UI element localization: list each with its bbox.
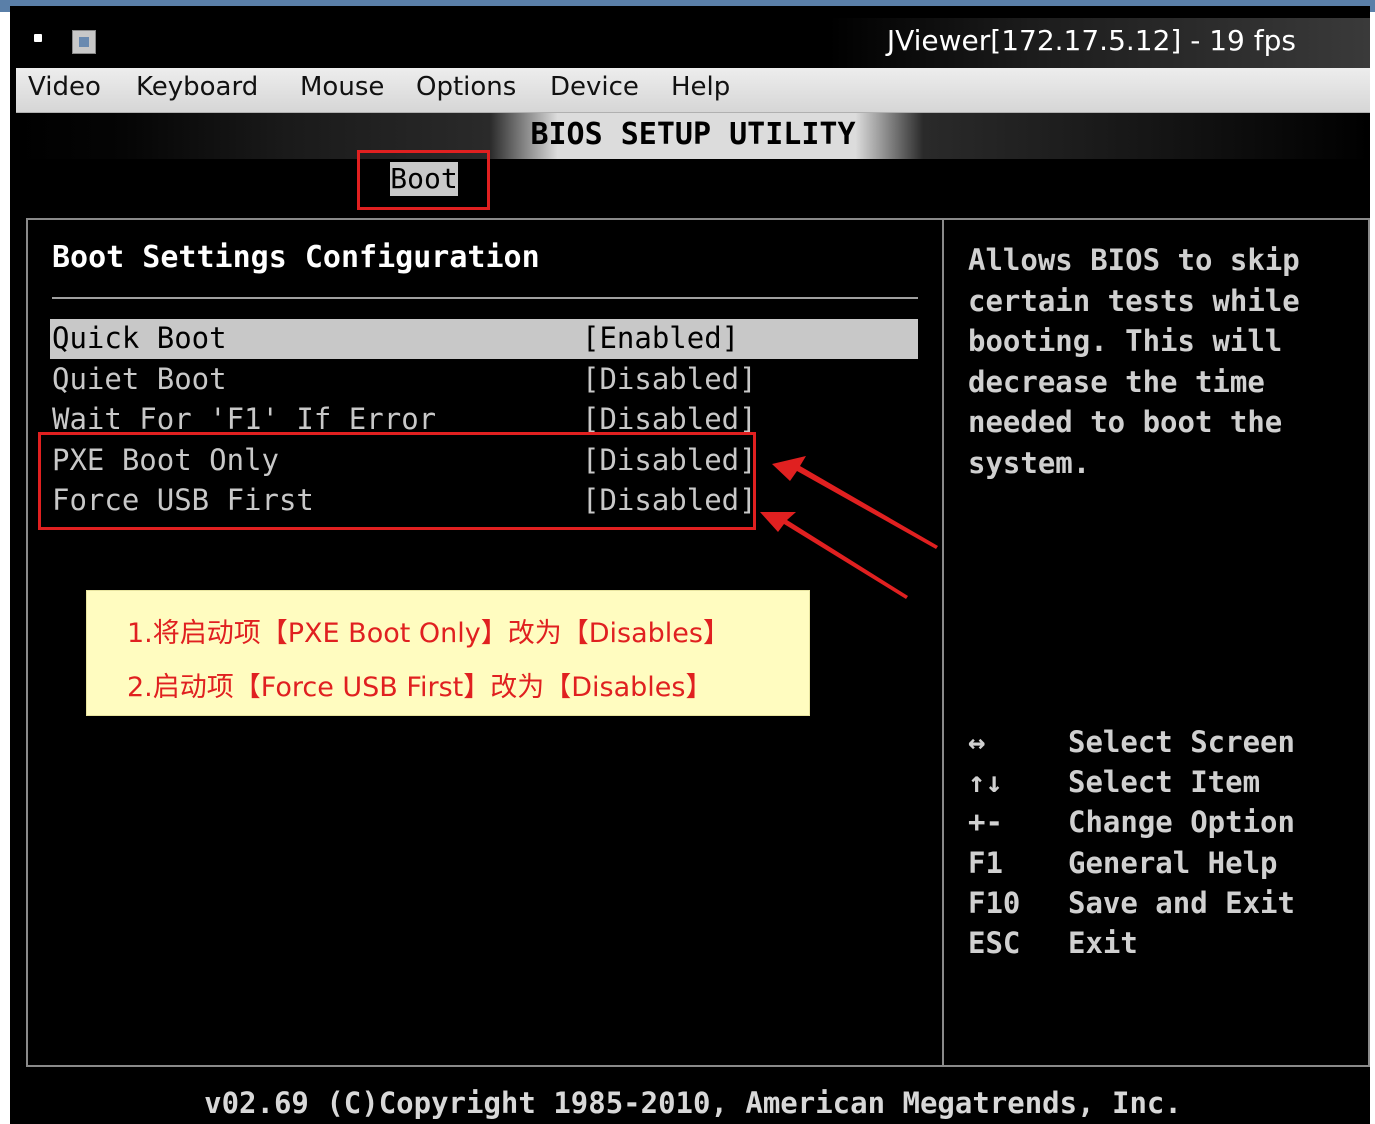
annotation-line-2: 2.启动项【Force USB First】改为【Disables】 bbox=[127, 672, 713, 703]
setting-label: Wait For 'F1' If Error bbox=[52, 402, 437, 436]
arrow-pointer-usb bbox=[760, 512, 908, 599]
key-name: F10 bbox=[968, 885, 1021, 920]
setting-quiet-boot[interactable]: Quiet Boot [Disabled] bbox=[50, 360, 918, 400]
app-icon bbox=[72, 30, 96, 54]
setting-value[interactable]: [Enabled] bbox=[582, 321, 739, 355]
setting-label: Quick Boot bbox=[52, 321, 227, 355]
setting-label: Quiet Boot bbox=[52, 362, 227, 396]
key-name: ↑↓ bbox=[968, 765, 1003, 800]
window-titlebar[interactable]: JViewer[172.17.5.12] - 19 fps bbox=[16, 18, 1370, 68]
section-divider bbox=[52, 297, 918, 299]
menu-video[interactable]: Video bbox=[28, 72, 101, 102]
bios-header: BIOS SETUP UTILITY bbox=[16, 113, 1370, 159]
help-text: Allows BIOS to skip certain tests while … bbox=[968, 243, 1300, 480]
menu-options[interactable]: Options bbox=[416, 72, 516, 102]
annotation-line-1: 1.将启动项【PXE Boot Only】改为【Disables】 bbox=[127, 618, 730, 649]
key-name: ↔ bbox=[968, 725, 986, 759]
section-title: Boot Settings Configuration bbox=[52, 240, 540, 275]
key-name: +- bbox=[968, 805, 1003, 840]
key-desc: Select Screen bbox=[1068, 725, 1295, 759]
menu-help[interactable]: Help bbox=[671, 72, 730, 102]
window-title: JViewer[172.17.5.12] - 19 fps bbox=[886, 24, 1296, 57]
setting-value[interactable]: [Disabled] bbox=[582, 402, 757, 436]
arrow-pointer-pxe bbox=[772, 456, 938, 549]
key-desc: Exit bbox=[1068, 925, 1138, 960]
system-menu-icon[interactable] bbox=[34, 34, 42, 42]
menu-keyboard[interactable]: Keyboard bbox=[136, 72, 258, 102]
key-name: ESC bbox=[968, 925, 1021, 960]
key-desc: Select Item bbox=[1068, 765, 1261, 800]
key-name: F1 bbox=[968, 845, 1003, 880]
key-desc: Save and Exit bbox=[1068, 885, 1295, 920]
key-desc: Change Option bbox=[1068, 805, 1295, 840]
copyright-footer: v02.69 (C)Copyright 1985-2010, American … bbox=[204, 1086, 1182, 1120]
annotation-note: 1.将启动项【PXE Boot Only】改为【Disables】 2.启动项【… bbox=[86, 590, 810, 716]
setting-quick-boot[interactable]: Quick Boot [Enabled] bbox=[50, 319, 918, 359]
menu-device[interactable]: Device bbox=[550, 72, 639, 102]
menu-bar: Video Keyboard Mouse Options Device Help bbox=[16, 68, 1370, 113]
bios-title: BIOS SETUP UTILITY bbox=[530, 117, 856, 152]
annotation-arrows bbox=[760, 456, 938, 599]
key-desc: General Help bbox=[1068, 845, 1278, 880]
settings-highlight-box bbox=[38, 432, 756, 530]
boot-tab-highlight bbox=[357, 150, 490, 210]
setting-value[interactable]: [Disabled] bbox=[582, 362, 757, 396]
menu-mouse[interactable]: Mouse bbox=[300, 72, 384, 102]
